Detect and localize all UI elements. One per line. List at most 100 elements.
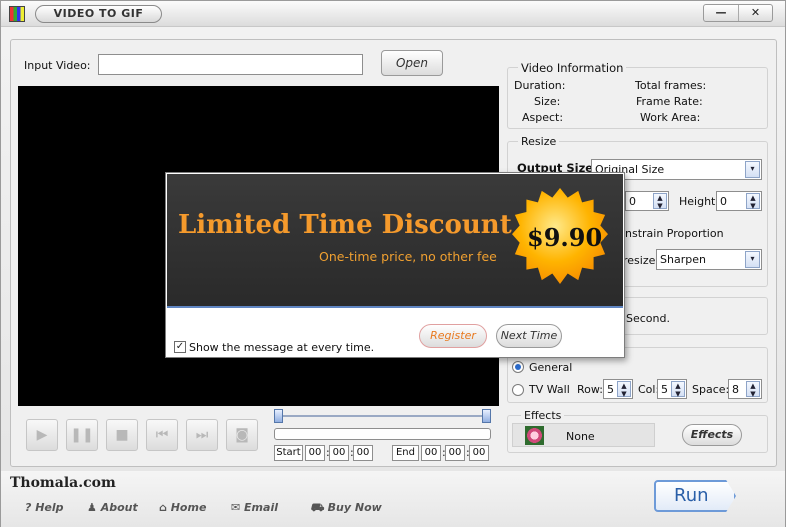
height-spinner[interactable]: 0 ▲ ▼ bbox=[716, 191, 762, 211]
window-controls: — ✕ bbox=[703, 4, 773, 22]
width-value: 0 bbox=[629, 195, 636, 208]
height-value: 0 bbox=[720, 195, 727, 208]
popup-divider bbox=[167, 306, 623, 308]
range-end-handle[interactable] bbox=[482, 409, 491, 423]
aspect-label: Aspect: bbox=[522, 111, 564, 124]
open-button[interactable]: Open bbox=[381, 50, 443, 76]
run-button[interactable]: Run bbox=[654, 480, 736, 512]
help-label: Help bbox=[35, 501, 64, 514]
app-window: VIDEO TO GIF — ✕ Input Video: Open Video… bbox=[0, 0, 786, 527]
price-label: $9.90 bbox=[527, 223, 603, 252]
constrain-proportion-label: nstrain Proportion bbox=[625, 227, 724, 240]
resize-method-select[interactable]: Sharpen ▾ bbox=[656, 249, 762, 270]
pause-button[interactable]: ❚❚ bbox=[66, 419, 98, 451]
end-seconds[interactable]: 00 bbox=[469, 445, 489, 461]
home-label: Home bbox=[170, 501, 207, 514]
skip-back-icon: ⏮ bbox=[155, 427, 169, 443]
tv-wall-radio[interactable] bbox=[512, 384, 524, 396]
discount-banner: Limited Time Discount One-time price, no… bbox=[167, 174, 623, 306]
stop-button[interactable]: ■ bbox=[106, 419, 138, 451]
col-spinner[interactable]: 5 ▲ ▼ bbox=[657, 379, 687, 399]
help-link[interactable]: ? Help bbox=[25, 501, 64, 514]
run-label: Run bbox=[674, 485, 709, 506]
start-button[interactable]: Start bbox=[274, 445, 303, 461]
spin-arrows-icon[interactable]: ▲ ▼ bbox=[746, 193, 760, 210]
email-label: Email bbox=[244, 501, 278, 514]
about-link[interactable]: ♟ About bbox=[87, 501, 138, 514]
register-button[interactable]: Register bbox=[419, 324, 487, 348]
chevron-down-icon: ▾ bbox=[745, 161, 760, 178]
end-hours[interactable]: 00 bbox=[421, 445, 441, 461]
flower-icon bbox=[525, 426, 544, 445]
show-message-label: Show the message at every time. bbox=[189, 341, 375, 354]
app-logo-icon bbox=[9, 6, 25, 22]
range-slider-line bbox=[276, 415, 490, 417]
space-spinner[interactable]: 8 ▲ ▼ bbox=[728, 379, 762, 399]
buy-now-link[interactable]: ⛟ Buy Now bbox=[310, 501, 382, 516]
email-link[interactable]: ✉ Email bbox=[231, 501, 278, 514]
next-time-button[interactable]: Next Time bbox=[496, 324, 562, 348]
effect-value: None bbox=[566, 430, 595, 443]
person-icon: ♟ bbox=[87, 501, 101, 514]
space-value: 8 bbox=[732, 383, 739, 396]
envelope-icon: ✉ bbox=[231, 501, 245, 514]
col-value: 5 bbox=[661, 383, 668, 396]
work-area-label: Work Area: bbox=[640, 111, 701, 124]
row-label: Row: bbox=[577, 383, 603, 396]
general-label: General bbox=[529, 361, 573, 374]
window-title: VIDEO TO GIF bbox=[35, 5, 162, 23]
col-label: Col: bbox=[638, 383, 660, 396]
close-button[interactable]: ✕ bbox=[738, 5, 772, 21]
play-button[interactable]: ▶ bbox=[26, 419, 58, 451]
home-link[interactable]: ⌂ Home bbox=[159, 501, 206, 514]
end-minutes[interactable]: 00 bbox=[445, 445, 465, 461]
width-spinner[interactable]: 0 ▲ ▼ bbox=[625, 191, 669, 211]
end-button[interactable]: End bbox=[392, 445, 419, 461]
size-label: Size: bbox=[534, 95, 561, 108]
previous-button[interactable]: ⏮ bbox=[146, 419, 178, 451]
video-info-title: Video Information bbox=[518, 61, 627, 75]
snapshot-button[interactable]: ◙ bbox=[226, 419, 258, 451]
show-message-checkbox[interactable]: ✓ bbox=[174, 341, 186, 353]
start-seconds[interactable]: 00 bbox=[353, 445, 373, 461]
effects-title: Effects bbox=[521, 409, 565, 422]
help-icon: ? bbox=[25, 501, 36, 514]
discount-dialog: Limited Time Discount One-time price, no… bbox=[165, 172, 625, 358]
spin-arrows-icon[interactable]: ▲ ▼ bbox=[746, 381, 760, 398]
spin-arrows-icon[interactable]: ▲ ▼ bbox=[617, 381, 631, 398]
tv-wall-label: TV Wall bbox=[529, 383, 570, 396]
brand-logo: Thomala.com bbox=[10, 475, 116, 491]
home-icon: ⌂ bbox=[159, 501, 171, 514]
chevron-down-icon: ▾ bbox=[745, 251, 760, 268]
cart-icon: ⛟ bbox=[310, 501, 328, 514]
spin-arrows-icon[interactable]: ▲ ▼ bbox=[671, 381, 685, 398]
title-bar[interactable]: VIDEO TO GIF — ✕ bbox=[1, 1, 785, 27]
general-radio[interactable] bbox=[512, 361, 524, 373]
buy-now-label: Buy Now bbox=[327, 501, 382, 514]
camera-icon: ◙ bbox=[235, 427, 249, 443]
row-spinner[interactable]: 5 ▲ ▼ bbox=[603, 379, 633, 399]
resize-method-value: Sharpen bbox=[660, 253, 706, 266]
start-minutes[interactable]: 00 bbox=[329, 445, 349, 461]
play-icon: ▶ bbox=[36, 427, 48, 443]
range-start-handle[interactable] bbox=[274, 409, 283, 423]
pause-icon: ❚❚ bbox=[70, 427, 94, 443]
space-label: Space: bbox=[692, 383, 730, 396]
height-label: Height: bbox=[679, 195, 720, 208]
minimize-button[interactable]: — bbox=[704, 5, 738, 21]
input-video-label: Input Video: bbox=[24, 59, 91, 72]
delay-unit-label: Second. bbox=[626, 312, 670, 325]
skip-forward-icon: ⏭ bbox=[195, 427, 209, 443]
resize-title: Resize bbox=[518, 135, 560, 148]
duration-label: Duration: bbox=[514, 79, 566, 92]
effects-button[interactable]: Effects bbox=[682, 424, 742, 446]
row-value: 5 bbox=[607, 383, 614, 396]
input-video-field[interactable] bbox=[98, 54, 363, 75]
stop-icon: ■ bbox=[115, 427, 129, 443]
about-label: About bbox=[100, 501, 138, 514]
spin-arrows-icon[interactable]: ▲ ▼ bbox=[653, 193, 667, 210]
total-frames-label: Total frames: bbox=[635, 79, 707, 92]
start-hours[interactable]: 00 bbox=[305, 445, 325, 461]
next-button[interactable]: ⏭ bbox=[186, 419, 218, 451]
position-slider[interactable] bbox=[274, 428, 491, 440]
